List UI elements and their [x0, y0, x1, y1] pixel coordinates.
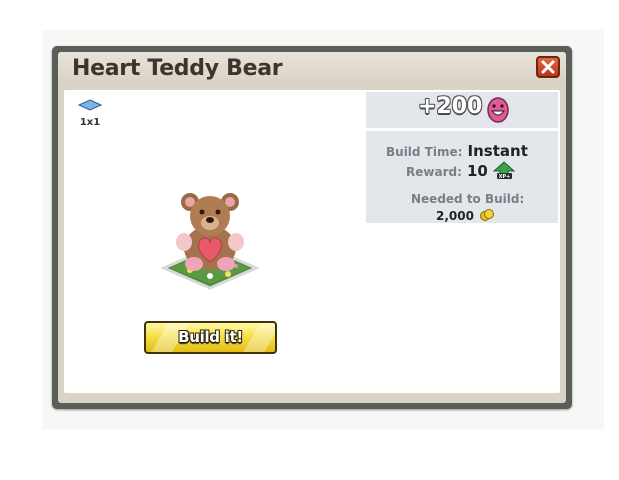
- details-box: Build Time: Instant Reward: 10 XP+ Neede…: [366, 131, 558, 223]
- build-time-label: Build Time:: [386, 145, 463, 159]
- stage: Heart Teddy Bear 1x1 Build it! +200 Buil…: [0, 0, 619, 480]
- size-label: 1x1: [79, 117, 101, 128]
- size-badge: 1x1: [76, 96, 104, 128]
- reward-row: Reward: 10 XP+: [406, 161, 516, 180]
- info-panel: +200 Build Time: Instant Reward: 10 XP+ …: [366, 92, 558, 223]
- close-icon: [541, 60, 555, 74]
- reward-label: Reward:: [406, 165, 462, 179]
- needed-value-row: 2,000: [436, 205, 495, 224]
- love-face-icon: [487, 97, 509, 123]
- cost-box: +200: [366, 92, 558, 128]
- coin-icon: [480, 209, 495, 221]
- build-button-label: Build it!: [178, 328, 243, 346]
- item-dialog: Heart Teddy Bear 1x1 Build it! +200 Buil…: [52, 46, 572, 409]
- dialog-title: Heart Teddy Bear: [72, 56, 283, 81]
- build-button[interactable]: Build it!: [144, 321, 277, 354]
- dialog-body: Heart Teddy Bear 1x1 Build it! +200 Buil…: [58, 52, 566, 403]
- heart-teddy-bear-icon: [160, 186, 260, 296]
- reward-value: 10: [466, 162, 488, 180]
- dialog-content: 1x1 Build it! +200 Build Time: Instant R…: [64, 90, 560, 393]
- needed-label: Needed to Build:: [411, 192, 525, 206]
- needed-value: 2,000: [436, 209, 474, 223]
- close-button[interactable]: [536, 56, 560, 78]
- svg-text:XP+: XP+: [499, 174, 511, 179]
- dialog-titlebar: Heart Teddy Bear: [58, 52, 566, 86]
- tile-icon: [77, 99, 103, 111]
- xp-icon: XP+: [492, 161, 516, 180]
- build-time-row: Build Time: Instant: [386, 141, 528, 160]
- cost-value: +200: [418, 94, 483, 119]
- build-time-value: Instant: [467, 142, 528, 160]
